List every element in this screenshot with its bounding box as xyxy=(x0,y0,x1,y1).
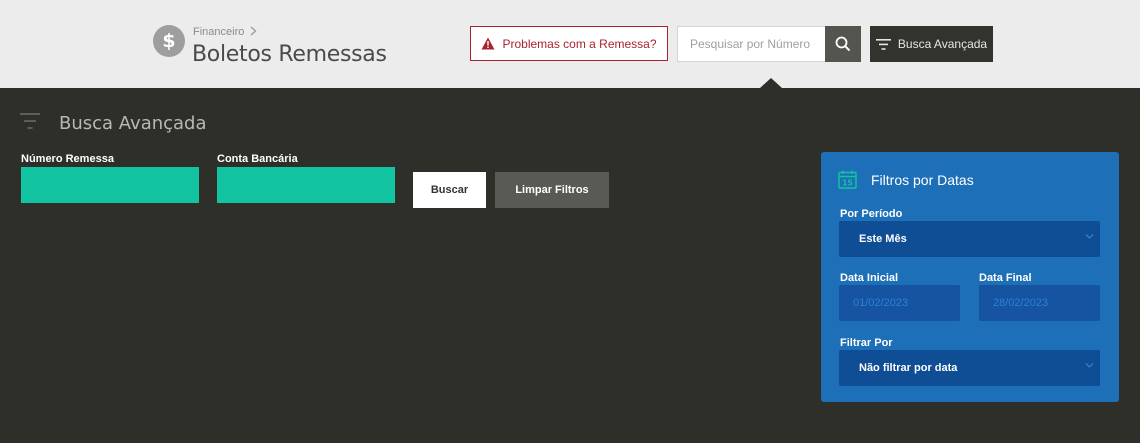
filter-icon xyxy=(875,38,891,50)
chevron-down-icon xyxy=(1085,363,1094,368)
conta-bancaria-input[interactable] xyxy=(217,167,395,203)
chevron-down-icon xyxy=(1085,234,1094,239)
filter-icon xyxy=(20,113,40,134)
breadcrumb: Financeiro xyxy=(193,25,257,39)
filter-by-select[interactable]: Não filtrar por data xyxy=(839,350,1100,386)
buscar-button[interactable]: Buscar xyxy=(413,172,486,208)
dropdown-pointer xyxy=(760,78,782,88)
problems-remessa-label: Problemas com a Remessa? xyxy=(502,36,657,51)
search-icon xyxy=(835,36,851,52)
calendar-icon: 15 xyxy=(838,170,857,194)
page-title: Boletos Remessas xyxy=(192,42,387,67)
chevron-right-icon xyxy=(250,25,257,39)
dollar-icon: $ xyxy=(153,25,185,57)
numero-remessa-label: Número Remessa xyxy=(21,153,114,165)
filter-by-value: Não filtrar por data xyxy=(859,362,958,374)
limpar-filtros-button[interactable]: Limpar Filtros xyxy=(495,172,609,208)
search-input[interactable] xyxy=(677,26,826,62)
period-select[interactable]: Este Mês xyxy=(839,221,1100,257)
advanced-search-label: Busca Avançada xyxy=(897,37,988,51)
search-button[interactable] xyxy=(825,26,861,62)
date-filters-title: Filtros por Datas xyxy=(871,172,974,188)
end-date-label: Data Final xyxy=(979,272,1032,284)
warning-icon xyxy=(481,37,495,50)
advanced-search-button[interactable]: Busca Avançada xyxy=(870,26,993,62)
breadcrumb-parent[interactable]: Financeiro xyxy=(193,26,244,38)
start-date-label: Data Inicial xyxy=(840,272,899,284)
period-value: Este Mês xyxy=(859,233,907,245)
page-header: $ Financeiro Boletos Remessas Problemas … xyxy=(0,0,1140,88)
start-date-input[interactable]: 01/02/2023 xyxy=(839,285,960,321)
problems-remessa-button[interactable]: Problemas com a Remessa? xyxy=(470,26,668,61)
period-label: Por Período xyxy=(840,208,903,220)
advanced-search-title: Busca Avançada xyxy=(59,113,207,134)
conta-bancaria-label: Conta Bancária xyxy=(217,153,298,165)
svg-text:15: 15 xyxy=(842,178,852,187)
filter-by-label: Filtrar Por xyxy=(840,337,893,349)
end-date-input[interactable]: 28/02/2023 xyxy=(979,285,1100,321)
date-filters-card: 15 Filtros por Datas Por Período Este Mê… xyxy=(821,152,1119,402)
numero-remessa-input[interactable] xyxy=(21,167,199,203)
